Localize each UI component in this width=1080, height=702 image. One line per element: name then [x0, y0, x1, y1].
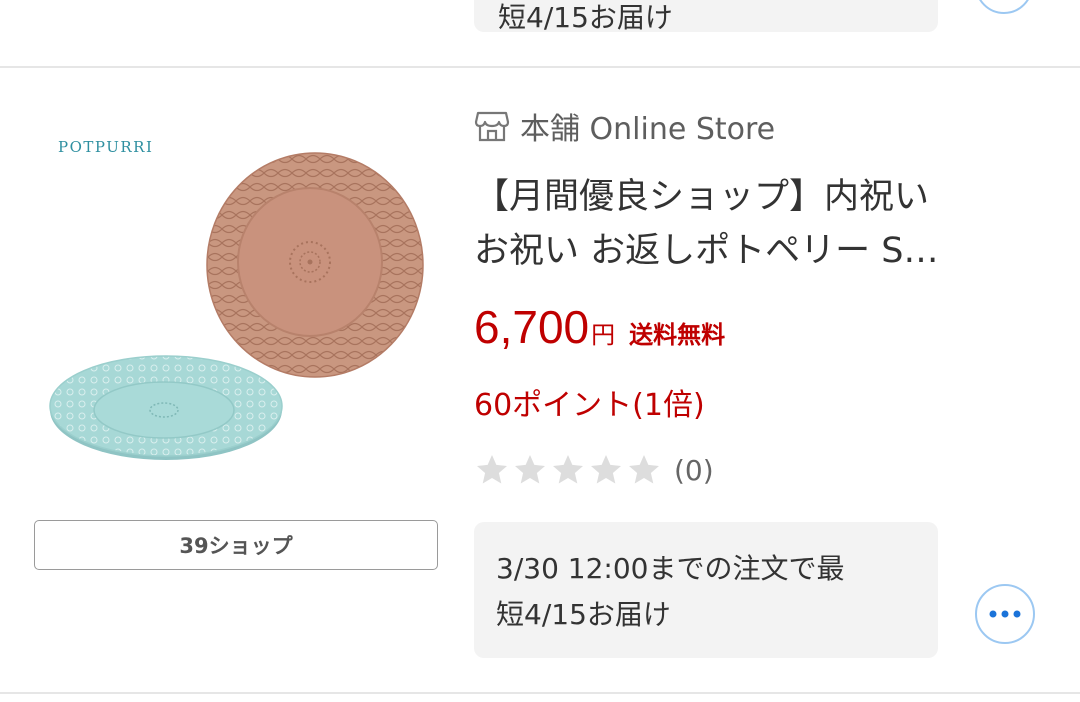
shop-link[interactable]: 本舗 Online Store: [474, 104, 775, 148]
points-label: 60ポイント(1倍): [474, 388, 705, 423]
pink-plate: [206, 152, 424, 378]
delivery-line-1: 3/30 12:00までの注文で最: [496, 552, 845, 585]
blue-plate: [49, 355, 283, 460]
store-icon: [474, 111, 510, 142]
product-image[interactable]: POTPURRI: [40, 110, 440, 490]
shop-name: 本舗 Online Store: [520, 112, 776, 147]
more-options-button[interactable]: [975, 584, 1035, 644]
star-icon: [477, 455, 507, 484]
rating-stars: [474, 452, 662, 488]
delivery-line-2: 短4/15お届け: [496, 598, 671, 631]
more-horizontal-icon: [989, 610, 1021, 618]
search-results-page: 短4/15お届け POTPURRI 39ショップ 本舗 Online Store…: [0, 0, 1080, 702]
star-icon: [629, 455, 659, 484]
free-shipping-label: 送料無料: [629, 321, 726, 349]
rating[interactable]: (0): [474, 452, 714, 488]
price-line: 6,700 円 送料無料: [474, 300, 725, 354]
previous-more-button[interactable]: [975, 0, 1033, 14]
plates-illustration: [49, 152, 424, 460]
previous-delivery-info: 短4/15お届け: [474, 0, 938, 34]
product-title-line-2: お祝い お返しポトペリー S…: [474, 231, 939, 271]
price-unit: 円: [591, 321, 616, 349]
product-title-line-1: 【月間優良ショップ】内祝い: [474, 177, 930, 217]
shop-count-button[interactable]: 39ショップ: [34, 520, 438, 570]
item-divider: [0, 66, 1080, 68]
star-icon: [553, 455, 583, 484]
previous-delivery-text: 短4/15お届け: [498, 1, 673, 34]
item-divider: [0, 692, 1080, 694]
review-count: (0): [674, 453, 714, 487]
price-amount: 6,700: [474, 301, 590, 353]
star-icon: [515, 455, 545, 484]
delivery-info: 3/30 12:00までの注文で最 短4/15お届け: [474, 522, 938, 658]
product-title[interactable]: 【月間優良ショップ】内祝い お祝い お返しポトペリー S…: [474, 170, 1024, 278]
star-icon: [591, 455, 621, 484]
